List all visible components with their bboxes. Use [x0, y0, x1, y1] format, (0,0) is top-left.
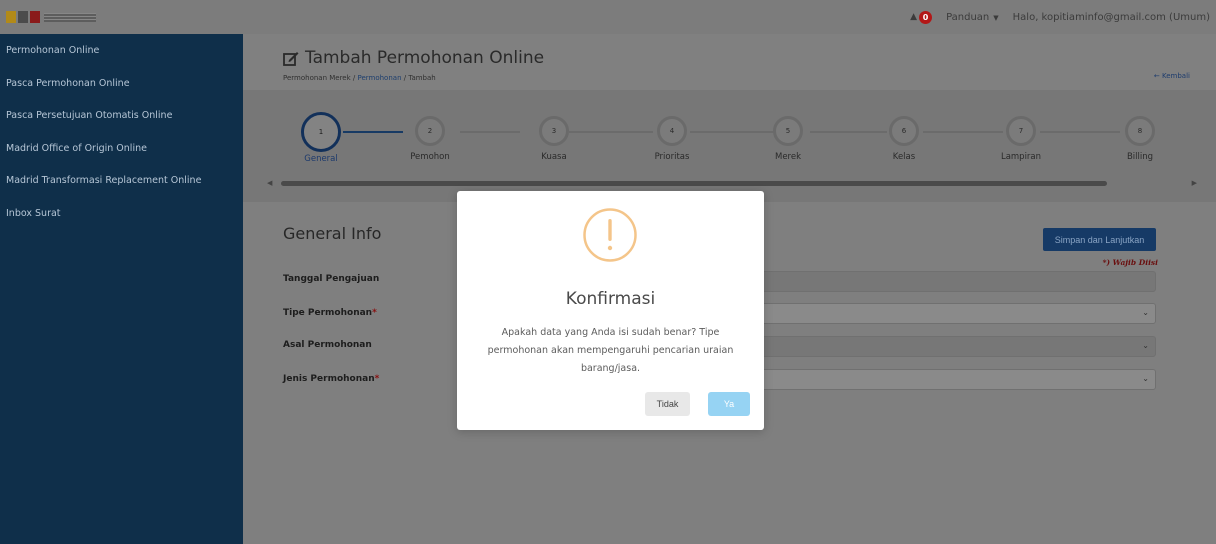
- chevron-down-icon: ⌄: [1142, 308, 1149, 317]
- step-label-billing: Billing: [1126, 152, 1154, 162]
- dialog-message: Apakah data yang Anda isi sudah benar? T…: [487, 327, 734, 374]
- step-lampiran[interactable]: 7 Lampiran: [981, 116, 1061, 162]
- field-label-text: Tanggal Pengajuan: [283, 274, 380, 284]
- field-label-tipe: Tipe Permohonan*: [283, 308, 377, 318]
- sidebar-item-pasca-permohonan[interactable]: Pasca Permohonan Online: [0, 71, 243, 104]
- step-circle-3: 3: [539, 116, 569, 146]
- step-general[interactable]: 1 General: [281, 112, 361, 164]
- step-label-merek: Merek: [774, 152, 802, 162]
- page-title: Tambah Permohonan Online: [283, 48, 544, 68]
- step-circle-6: 6: [889, 116, 919, 146]
- logo-mark-yellow: [6, 11, 16, 23]
- sidebar-item-permohonan-online[interactable]: Permohonan Online: [0, 38, 243, 71]
- required-marker: *: [374, 374, 380, 384]
- sidebar-item-madrid-transformasi[interactable]: Madrid Transformasi Replacement Online: [0, 168, 243, 201]
- step-label-general: General: [304, 154, 338, 164]
- step-label-kelas: Kelas: [892, 152, 916, 162]
- scroll-left-icon[interactable]: ◀: [267, 179, 272, 187]
- breadcrumb: Permohonan Merek / Permohonan / Tambah: [283, 74, 436, 82]
- logo-text: [44, 12, 96, 22]
- breadcrumb-root: Permohonan Merek /: [283, 74, 358, 82]
- step-pemohon[interactable]: 2 Pemohon: [390, 116, 470, 162]
- section-title: General Info: [283, 224, 382, 243]
- asal-permohonan-select[interactable]: ⌄: [736, 336, 1156, 357]
- required-note: *) Wajib Diisi: [1102, 258, 1158, 267]
- confirmation-dialog: Konfirmasi Apakah data yang Anda isi sud…: [457, 191, 764, 430]
- page-title-text: Tambah Permohonan Online: [305, 48, 545, 68]
- sidebar-item-madrid-origin[interactable]: Madrid Office of Origin Online: [0, 136, 243, 169]
- save-continue-button[interactable]: Simpan dan Lanjutkan: [1043, 228, 1156, 251]
- chevron-down-icon: ⌄: [1142, 374, 1149, 383]
- sidebar-item-pasca-persetujuan[interactable]: Pasca Persetujuan Otomatis Online: [0, 103, 243, 136]
- top-bar: ▲ 0 Panduan ▼ Halo, kopitiaminfo@gmail.co…: [0, 0, 1216, 34]
- warning-circle-icon: [583, 208, 637, 262]
- confirm-button[interactable]: Ya: [708, 392, 750, 416]
- field-label-text: Asal Permohonan: [283, 340, 372, 350]
- back-link[interactable]: ← Kembali: [1154, 72, 1190, 80]
- breadcrumb-current: / Tambah: [401, 74, 436, 82]
- step-circle-7: 7: [1006, 116, 1036, 146]
- field-label-asal: Asal Permohonan: [283, 340, 372, 350]
- chevron-down-icon: ▼: [993, 13, 999, 22]
- bell-icon[interactable]: ▲: [910, 12, 917, 22]
- step-label-prioritas: Prioritas: [654, 152, 690, 162]
- cancel-button[interactable]: Tidak: [645, 392, 690, 416]
- field-label-text: Tipe Permohonan: [283, 308, 373, 318]
- scroll-right-icon[interactable]: ▶: [1192, 179, 1197, 187]
- user-greeting[interactable]: Halo, kopitiaminfo@gmail.com (Umum): [1013, 12, 1210, 23]
- logo-mark-red: [30, 11, 40, 23]
- logo-mark-dark: [18, 11, 28, 23]
- step-label-lampiran: Lampiran: [1000, 152, 1042, 162]
- step-billing[interactable]: 8 Billing: [1100, 116, 1180, 162]
- breadcrumb-link-permohonan[interactable]: Permohonan: [357, 74, 401, 82]
- notification-badge[interactable]: 0: [919, 10, 933, 24]
- step-label-pemohon: Pemohon: [410, 152, 450, 162]
- dialog-title: Konfirmasi: [565, 289, 656, 309]
- edit-icon: [283, 51, 299, 66]
- field-label-tanggal: Tanggal Pengajuan: [283, 274, 379, 284]
- step-kelas[interactable]: 6 Kelas: [864, 116, 944, 162]
- step-kuasa[interactable]: 3 Kuasa: [514, 116, 594, 162]
- sidebar: Permohonan Online Pasca Permohonan Onlin…: [0, 34, 243, 544]
- required-marker: *: [372, 308, 377, 318]
- scrollbar-thumb[interactable]: [281, 181, 1107, 186]
- step-circle-5: 5: [773, 116, 803, 146]
- step-circle-2: 2: [415, 116, 445, 146]
- stepper-scrollbar[interactable]: ◀ ▶: [267, 179, 1197, 187]
- step-merek[interactable]: 5 Merek: [748, 116, 828, 162]
- step-circle-4: 4: [657, 116, 687, 146]
- user-area: ▲ 0 Panduan ▼ Halo, kopitiaminfo@gmail.co…: [910, 0, 1210, 34]
- dgip-logo[interactable]: [6, 7, 96, 27]
- step-circle-8: 8: [1125, 116, 1155, 146]
- sidebar-item-inbox-surat[interactable]: Inbox Surat: [0, 201, 243, 234]
- field-label-jenis: Jenis Permohonan*: [283, 374, 379, 384]
- chevron-down-icon: ⌄: [1142, 341, 1149, 350]
- step-label-kuasa: Kuasa: [541, 152, 567, 162]
- jenis-permohonan-select[interactable]: ⌄: [736, 369, 1156, 390]
- tanggal-pengajuan-field: [736, 271, 1156, 292]
- field-label-text: Jenis Permohonan: [283, 374, 375, 384]
- tipe-permohonan-select[interactable]: ⌄: [736, 303, 1156, 324]
- page-header: Tambah Permohonan Online Permohonan Mere…: [243, 34, 1216, 90]
- step-prioritas[interactable]: 4 Prioritas: [632, 116, 712, 162]
- stepper: 1 General 2 Pemohon 3 Kuasa 4 Prioritas …: [243, 90, 1216, 202]
- step-circle-1: 1: [301, 112, 341, 152]
- guide-menu[interactable]: Panduan ▼: [946, 12, 999, 23]
- guide-label: Panduan: [946, 11, 990, 23]
